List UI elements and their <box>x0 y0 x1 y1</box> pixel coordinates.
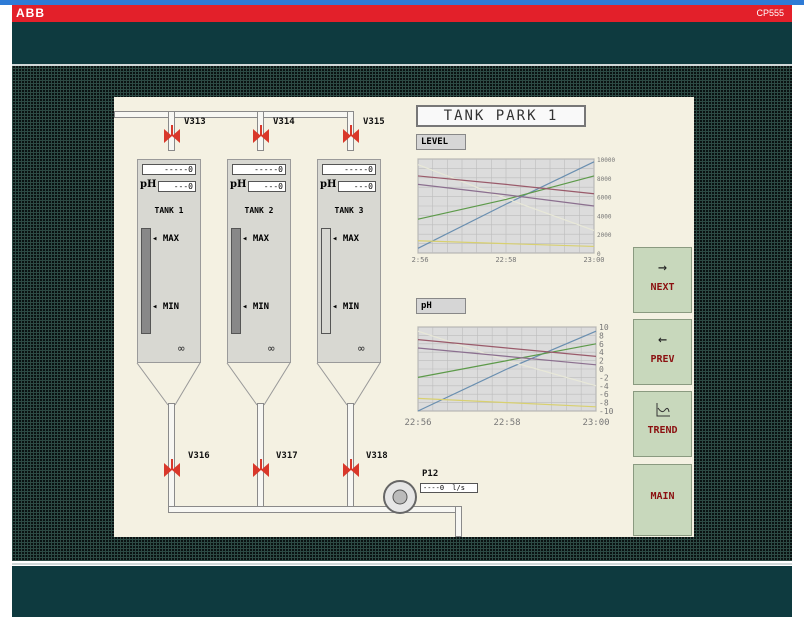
ph-label: pH <box>320 179 337 190</box>
chart-x-tick-label: 22:58 <box>493 418 520 428</box>
ph-label: pH <box>140 179 157 190</box>
tank-2[interactable]: -----0 pH ---0 TANK 2 ◂ MAX ◂ MIN ∞ <box>227 159 291 363</box>
chart-y-tick-label: -10 <box>599 407 614 416</box>
main-button-label: MAIN <box>650 491 675 502</box>
pump-p12-icon[interactable] <box>380 479 420 515</box>
tank-level-bar <box>231 228 241 334</box>
main-button[interactable]: MAIN <box>633 464 692 536</box>
arrow-left-icon: ← <box>657 330 668 348</box>
arrow-right-icon: → <box>657 258 668 276</box>
discharge-pipe <box>455 506 462 537</box>
ph-label: pH <box>230 179 247 190</box>
level-chart-title: LEVEL <box>416 134 466 150</box>
chart-y-tick-label: 6000 <box>597 195 612 202</box>
valve-v317-icon[interactable] <box>251 459 271 481</box>
ph-value: ---0 <box>158 181 196 192</box>
bezel-bottom <box>12 566 792 617</box>
min-marker: ◂ MIN <box>242 302 270 312</box>
tank-level-bar <box>321 228 331 334</box>
trend-button-label: TREND <box>647 425 678 436</box>
chart-x-tick-label: 22:56 <box>404 418 431 428</box>
outlet-pipe-2 <box>257 403 264 511</box>
valve-v314-icon[interactable] <box>251 125 271 147</box>
max-marker: ◂ MAX <box>152 234 180 244</box>
ph-trend-chart[interactable]: 1086420-2-4-6-8-1022:56 22:58 23:00 <box>400 321 640 433</box>
mixer-icon: ∞ <box>358 342 365 355</box>
trend-icon <box>656 403 670 417</box>
valve-label-v314: V314 <box>273 117 295 127</box>
bezel-top <box>12 22 792 64</box>
max-label: MAX <box>162 234 180 244</box>
prev-button-label: PREV <box>650 354 675 365</box>
chart-y-tick-label: 2000 <box>597 232 612 239</box>
valve-label-v316: V316 <box>188 451 210 461</box>
chart-y-tick-label: 8000 <box>597 176 612 183</box>
chart-x-tick-label: 22:58 <box>495 256 516 264</box>
chart-y-tick-label: 10000 <box>597 157 615 164</box>
pump-label: P12 <box>422 469 439 479</box>
tank-name: TANK 3 <box>334 206 364 215</box>
tank-3[interactable]: -----0 pH ---0 TANK 3 ◂ MAX ◂ MIN ∞ <box>317 159 381 363</box>
max-marker: ◂ MAX <box>242 234 270 244</box>
page-title: TANK PARK 1 <box>416 105 586 127</box>
tank-1[interactable]: -----0 pH ---0 TANK 1 ◂ MAX ◂ MIN ∞ <box>137 159 201 363</box>
chart-x-tick-label: 23:00 <box>583 256 604 264</box>
abb-logo: ABB <box>16 6 45 20</box>
pump-flow-unit: l/s <box>452 484 465 492</box>
max-marker: ◂ MAX <box>332 234 360 244</box>
prev-button[interactable]: ← PREV <box>633 319 692 385</box>
pump-flow-value: ----0 <box>423 484 445 492</box>
pump-flow-readout: ----0 l/s <box>420 483 478 493</box>
max-label: MAX <box>342 234 360 244</box>
device-model: CP555 <box>756 8 784 18</box>
divider-bottom <box>12 563 792 565</box>
valve-label-v313: V313 <box>184 117 206 127</box>
min-marker: ◂ MIN <box>332 302 360 312</box>
tank-outlet-cones <box>136 363 381 406</box>
chart-x-tick-label: 23:00 <box>582 418 609 428</box>
valve-label-v317: V317 <box>276 451 298 461</box>
valve-v316-icon[interactable] <box>162 459 182 481</box>
valve-label-v315: V315 <box>363 117 385 127</box>
device-header-bar: ABB CP555 <box>12 5 792 22</box>
outlet-pipe-1 <box>168 403 175 511</box>
ph-chart-title: pH <box>416 298 466 314</box>
outlet-pipe-3 <box>347 403 354 511</box>
tank-level-value: -----0 <box>232 164 286 175</box>
tank-name: TANK 2 <box>244 206 274 215</box>
next-button[interactable]: → NEXT <box>633 247 692 313</box>
tank-park-panel: V313 V314 V315 -----0 pH ---0 TANK 1 ◂ M… <box>114 97 694 537</box>
min-label: MIN <box>252 302 270 312</box>
ph-value: ---0 <box>338 181 376 192</box>
level-trend-chart[interactable]: 100008000600040002000022:5622:5823:00 <box>412 155 638 269</box>
trend-button[interactable]: TREND <box>633 391 692 457</box>
chart-y-tick-label: 4000 <box>597 213 612 220</box>
supply-pipe-top <box>114 111 354 118</box>
max-label: MAX <box>252 234 270 244</box>
next-button-label: NEXT <box>650 282 675 293</box>
tank-level-value: -----0 <box>142 164 196 175</box>
chart-x-tick-label: 22:56 <box>412 256 429 264</box>
valve-v313-icon[interactable] <box>162 125 182 147</box>
mixer-icon: ∞ <box>178 342 185 355</box>
valve-v318-icon[interactable] <box>341 459 361 481</box>
mixer-icon: ∞ <box>268 342 275 355</box>
min-label: MIN <box>342 302 360 312</box>
valve-label-v318: V318 <box>366 451 388 461</box>
tank-level-value: -----0 <box>322 164 376 175</box>
ph-value: ---0 <box>248 181 286 192</box>
valve-v315-icon[interactable] <box>341 125 361 147</box>
min-label: MIN <box>162 302 180 312</box>
min-marker: ◂ MIN <box>152 302 180 312</box>
tank-name: TANK 1 <box>154 206 184 215</box>
tank-level-bar <box>141 228 151 334</box>
